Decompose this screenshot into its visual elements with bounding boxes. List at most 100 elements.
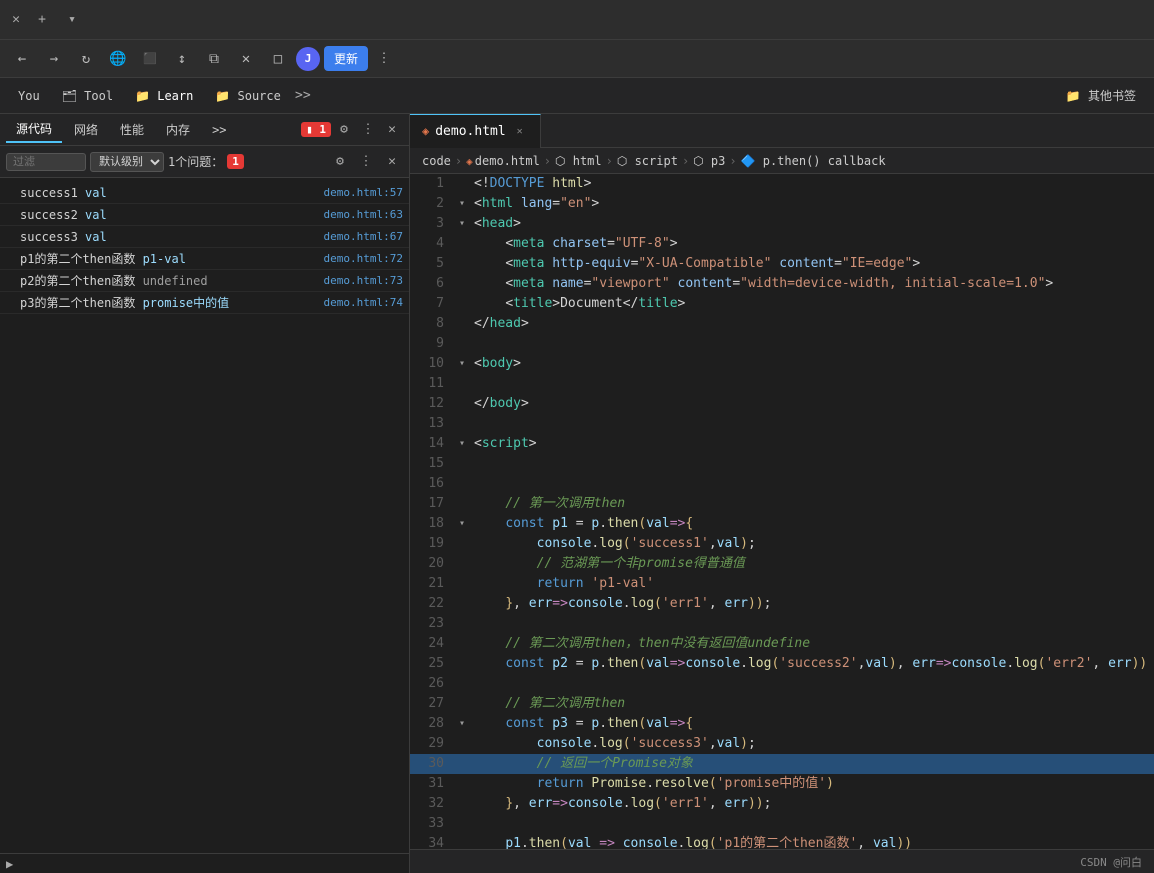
editor-footer: CSDN @问白 [410, 849, 1154, 873]
console-row[interactable]: success2 val demo.html:63 [0, 204, 409, 226]
code-content: <meta charset="UTF-8"> [470, 234, 1154, 254]
devtools-more-icon[interactable]: ⋮ [357, 119, 379, 141]
code-content [470, 674, 1154, 694]
code-line-12: 12 </body> [410, 394, 1154, 414]
code-line-33: 33 [410, 814, 1154, 834]
line-num: 15 [410, 454, 454, 474]
console-row[interactable]: p2的第二个then函数 undefined demo.html:73 [0, 270, 409, 292]
console-settings-icon[interactable]: ⚙ [329, 151, 351, 173]
console-file-link[interactable]: demo.html:72 [324, 252, 403, 265]
code-line-27: 27 // 第二次调用then [410, 694, 1154, 714]
fold-icon[interactable]: ▾ [454, 514, 470, 534]
back-button[interactable]: ← [8, 45, 36, 73]
nav-overflow-button[interactable]: >> [293, 86, 313, 106]
console-row[interactable]: p1的第二个then函数 p1-val demo.html:72 [0, 248, 409, 270]
devtools-tab-more[interactable]: >> [202, 119, 236, 141]
breadcrumb-html[interactable]: ⬡ html [555, 154, 602, 168]
code-line-11: 11 [410, 374, 1154, 394]
code-line-7: 7 <title>Document</title> [410, 294, 1154, 314]
code-content: </body> [470, 394, 1154, 414]
fold-icon [454, 334, 470, 354]
fold-icon [454, 474, 470, 494]
code-line-26: 26 [410, 674, 1154, 694]
breadcrumb: code › ◈demo.html › ⬡ html › ⬡ script › … [410, 148, 1154, 174]
console-more-icon[interactable]: ⋮ [355, 151, 377, 173]
breadcrumb-script[interactable]: ⬡ script [617, 154, 678, 168]
line-num: 4 [410, 234, 454, 254]
nav-tab-bookmarks[interactable]: 📁 其他书签 [1056, 83, 1146, 108]
toolbar-btn-5[interactable]: □ [264, 45, 292, 73]
tab-add-button[interactable]: + [30, 8, 54, 32]
fold-icon[interactable]: ▾ [454, 714, 470, 734]
filter-input[interactable] [6, 153, 86, 171]
console-file-link[interactable]: demo.html:63 [324, 208, 403, 221]
devtools-tab-bar: 源代码 网络 性能 内存 >> ▮ 1 ⚙ ⋮ ✕ [0, 114, 409, 146]
code-line-18: 18 ▾ const p1 = p.then(val=>{ [410, 514, 1154, 534]
editor-tab-close[interactable]: ✕ [512, 123, 528, 139]
toolbar-btn-4[interactable]: ✕ [232, 45, 260, 73]
code-content: <meta http-equiv="X-UA-Compatible" conte… [470, 254, 1154, 274]
editor-tab-demo-html[interactable]: ◈ demo.html ✕ [410, 114, 541, 148]
line-num: 13 [410, 414, 454, 434]
fold-icon[interactable]: ▾ [454, 194, 470, 214]
fold-icon [454, 674, 470, 694]
code-content: <!DOCTYPE html> [470, 174, 1154, 194]
fold-icon [454, 454, 470, 474]
console-close-icon[interactable]: ✕ [381, 151, 403, 173]
log-level-select[interactable]: 默认级别 详细 信息 警告 错误 [90, 152, 164, 172]
breadcrumb-p3[interactable]: ⬡ p3 [693, 154, 725, 168]
update-button[interactable]: 更新 [324, 46, 368, 71]
code-content: console.log('success3',val); [470, 734, 1154, 754]
nav-tab-tool[interactable]: 🗂 Tool [52, 85, 123, 107]
fold-icon[interactable]: ▾ [454, 214, 470, 234]
toolbar-btn-3[interactable]: ⧉ [200, 45, 228, 73]
tab-overflow-button[interactable]: ▾ [60, 8, 84, 32]
nav-tab-learn[interactable]: 📁 Learn [125, 85, 203, 107]
line-num: 27 [410, 694, 454, 714]
code-area[interactable]: 1 <!DOCTYPE html> 2 ▾ <html lang="en"> 3… [410, 174, 1154, 849]
devtools-close-icon[interactable]: ✕ [381, 119, 403, 141]
console-output: success1 val demo.html:57 success2 val d… [0, 178, 409, 853]
devtools-tab-source[interactable]: 源代码 [6, 116, 62, 143]
code-content [470, 414, 1154, 434]
extensions-icon[interactable]: ⬛ [136, 45, 164, 73]
console-file-link[interactable]: demo.html:74 [324, 296, 403, 309]
code-content: p1.then(val => console.log('p1的第二个then函数… [470, 834, 1154, 849]
breadcrumb-demohtml[interactable]: ◈demo.html [466, 154, 540, 168]
console-file-link[interactable]: demo.html:67 [324, 230, 403, 243]
devtools-tab-memory[interactable]: 内存 [156, 117, 200, 142]
fold-icon [454, 374, 470, 394]
breadcrumb-callback[interactable]: 🔷 p.then() callback [741, 154, 886, 168]
line-num: 21 [410, 574, 454, 594]
forward-button[interactable]: → [40, 45, 68, 73]
console-file-link[interactable]: demo.html:73 [324, 274, 403, 287]
breadcrumb-sep-1: › [455, 154, 462, 168]
html-file-icon: ◈ [422, 124, 429, 138]
refresh-button[interactable]: ↻ [72, 45, 100, 73]
toolbar-btn-2[interactable]: ↕ [168, 45, 196, 73]
console-row[interactable]: success1 val demo.html:57 [0, 182, 409, 204]
user-avatar[interactable]: J [296, 47, 320, 71]
code-line-20: 20 // 范湖第一个非promise得普通值 [410, 554, 1154, 574]
line-num: 10 [410, 354, 454, 374]
devtools-tab-network[interactable]: 网络 [64, 117, 108, 142]
console-row[interactable]: success3 val demo.html:67 [0, 226, 409, 248]
console-row[interactable]: p3的第二个then函数 promise中的值 demo.html:74 [0, 292, 409, 314]
devtools-tab-performance[interactable]: 性能 [110, 117, 154, 142]
fold-icon [454, 254, 470, 274]
fold-icon[interactable]: ▾ [454, 434, 470, 454]
devtools-settings-icon[interactable]: ⚙ [333, 119, 355, 141]
fold-icon[interactable]: ▾ [454, 354, 470, 374]
tab-close-button[interactable]: ✕ [8, 12, 24, 28]
code-line-10: 10 ▾ <body> [410, 354, 1154, 374]
line-num: 33 [410, 814, 454, 834]
nav-tab-source[interactable]: 📁 Source [205, 85, 291, 107]
fold-icon [454, 794, 470, 814]
more-button[interactable]: ⋮ [372, 47, 396, 71]
breadcrumb-code[interactable]: code [422, 154, 451, 168]
expand-triangle[interactable]: ▶ [6, 857, 13, 871]
nav-tab-you[interactable]: You [8, 85, 50, 107]
console-file-link[interactable]: demo.html:57 [324, 186, 403, 199]
editor-tab-bar: ◈ demo.html ✕ [410, 114, 1154, 148]
console-text: success3 val [20, 230, 324, 244]
